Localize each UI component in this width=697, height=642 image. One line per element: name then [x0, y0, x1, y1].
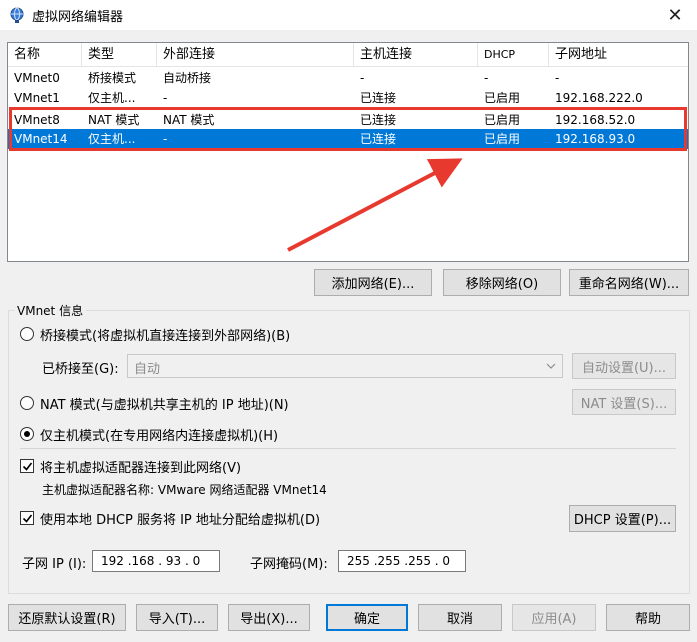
- apply-button[interactable]: 应用(A): [512, 604, 596, 631]
- subnet-ip-input[interactable]: 192 .168 . 93 . 0: [92, 550, 220, 572]
- nat-mode-label[interactable]: NAT 模式(与虚拟机共享主机的 IP 地址)(N): [40, 394, 289, 413]
- connect-adapter-label[interactable]: 将主机虚拟适配器连接到此网络(V): [40, 457, 241, 476]
- bridged-mode-radio[interactable]: [20, 327, 34, 341]
- restore-defaults-button[interactable]: 还原默认设置(R): [8, 604, 126, 631]
- adapter-name-label: 主机虚拟适配器名称: VMware 网络适配器 VMnet14: [42, 483, 327, 497]
- checkmark-icon: [22, 462, 33, 471]
- ok-button[interactable]: 确定: [326, 604, 408, 631]
- auto-settings-button[interactable]: 自动设置(U)...: [572, 353, 676, 379]
- bridged-to-label: 已桥接至(G):: [42, 362, 119, 377]
- rename-network-button[interactable]: 重命名网络(W)...: [569, 269, 689, 296]
- hostonly-mode-radio[interactable]: [20, 427, 34, 441]
- dhcp-settings-button[interactable]: DHCP 设置(P)...: [569, 505, 676, 532]
- remove-network-button[interactable]: 移除网络(O): [443, 269, 561, 296]
- dhcp-checkbox[interactable]: [20, 511, 34, 525]
- bridged-mode-label[interactable]: 桥接模式(将虚拟机直接连接到外部网络)(B): [40, 325, 290, 344]
- add-network-button[interactable]: 添加网络(E)...: [314, 269, 432, 296]
- nat-mode-radio[interactable]: [20, 396, 34, 410]
- chevron-down-icon: [546, 360, 556, 375]
- bridged-to-select[interactable]: 自动: [127, 354, 563, 378]
- cancel-button[interactable]: 取消: [418, 604, 502, 631]
- divider: [20, 448, 676, 449]
- hostonly-mode-label[interactable]: 仅主机模式(在专用网络内连接虚拟机)(H): [40, 425, 278, 444]
- subnet-mask-input[interactable]: 255 .255 .255 . 0: [338, 550, 466, 572]
- export-button[interactable]: 导出(X)...: [228, 604, 310, 631]
- checkmark-icon: [22, 514, 33, 523]
- nat-settings-button[interactable]: NAT 设置(S)...: [572, 389, 676, 415]
- subnet-ip-label: 子网 IP (I):: [22, 557, 87, 572]
- connect-adapter-checkbox[interactable]: [20, 459, 34, 473]
- bridged-to-value: 自动: [134, 362, 161, 377]
- vmnet-info-title: VMnet 信息: [14, 302, 87, 319]
- subnet-mask-label: 子网掩码(M):: [250, 557, 328, 572]
- import-button[interactable]: 导入(T)...: [136, 604, 218, 631]
- dhcp-label[interactable]: 使用本地 DHCP 服务将 IP 地址分配给虚拟机(D): [40, 509, 320, 528]
- help-button[interactable]: 帮助: [606, 604, 690, 631]
